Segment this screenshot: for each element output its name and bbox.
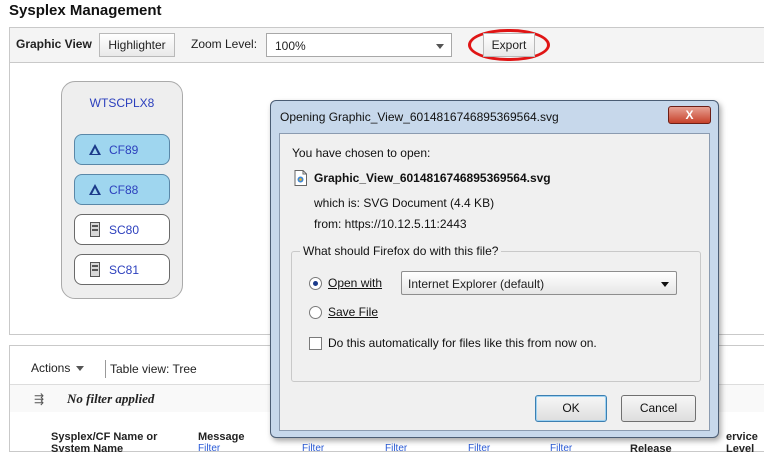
page-title: Sysplex Management: [9, 2, 162, 19]
svg-file-icon: [294, 170, 307, 186]
file-source-info: from: https://10.12.5.11:2443: [314, 217, 467, 231]
graphic-view-label: Graphic View: [16, 37, 92, 51]
column-header-release[interactable]: Release: [630, 443, 672, 452]
node-name: CF88: [109, 183, 139, 197]
close-button[interactable]: X: [668, 106, 711, 124]
dialog-title: Opening Graphic_View_6014816746895369564…: [280, 110, 559, 124]
graphic-toolbar: Graphic View Highlighter Zoom Level: 100…: [9, 27, 764, 63]
open-with-app-value: Internet Explorer (default): [408, 277, 545, 291]
sysplex-container[interactable]: WTSCPLX8 CF89 CF88 SC80 SC81: [61, 81, 183, 299]
save-file-label[interactable]: Save File: [328, 305, 378, 319]
export-button[interactable]: Export: [483, 33, 535, 57]
action-question: What should Firefox do with this file?: [300, 244, 502, 258]
server-icon: [90, 222, 100, 237]
open-with-app-select[interactable]: Internet Explorer (default): [401, 271, 677, 295]
system-node[interactable]: SC80: [74, 214, 170, 245]
actions-label: Actions: [31, 361, 71, 375]
chevron-down-icon: [76, 366, 85, 372]
column-filter-link[interactable]: Filter: [198, 443, 220, 452]
column-header-name[interactable]: Sysplex/CF Name or System Name: [51, 431, 171, 452]
column-filter-link[interactable]: Filter: [302, 443, 324, 452]
file-type-info: which is: SVG Document (4.4 KB): [314, 196, 495, 210]
save-file-radio[interactable]: [309, 306, 322, 319]
sysplex-name[interactable]: WTSCPLX8: [62, 96, 182, 110]
open-with-radio[interactable]: [309, 277, 322, 290]
ok-button[interactable]: OK: [535, 395, 607, 422]
zoom-level-select[interactable]: 100%: [266, 33, 452, 57]
file-name: Graphic_View_6014816746895369564.svg: [314, 171, 551, 185]
highlighter-button[interactable]: Highlighter: [99, 33, 175, 57]
actions-menu[interactable]: Actions: [31, 361, 85, 375]
dialog-intro: You have chosen to open:: [292, 146, 431, 160]
cf-node[interactable]: CF88: [74, 174, 170, 205]
node-name: CF89: [109, 143, 139, 157]
filter-icon[interactable]: ⇶: [34, 392, 44, 406]
node-name: SC80: [109, 223, 140, 237]
server-icon: [90, 262, 100, 277]
column-filter-link[interactable]: Filter: [385, 443, 407, 452]
column-filter-link[interactable]: Filter: [468, 443, 490, 452]
column-header-service-level[interactable]: ervice Level: [726, 431, 764, 452]
chevron-down-icon: [661, 282, 669, 287]
zoom-level-value: 100%: [275, 39, 306, 53]
open-file-dialog: Opening Graphic_View_6014816746895369564…: [270, 100, 719, 438]
toolbar-divider: [105, 360, 106, 378]
filter-status: No filter applied: [67, 391, 155, 406]
auto-action-checkbox[interactable]: [309, 337, 322, 350]
dialog-body: You have chosen to open: Graphic_View_60…: [279, 133, 710, 431]
system-node[interactable]: SC81: [74, 254, 170, 285]
cancel-button[interactable]: Cancel: [621, 395, 696, 422]
chevron-down-icon: [436, 44, 444, 49]
coupling-facility-icon: [89, 144, 101, 155]
table-view-label[interactable]: Table view: Tree: [110, 362, 197, 376]
node-name: SC81: [109, 263, 140, 277]
column-header-message[interactable]: Message: [198, 431, 244, 443]
coupling-facility-icon: [89, 184, 101, 195]
zoom-level-label: Zoom Level:: [191, 37, 258, 51]
open-with-label[interactable]: Open with: [328, 276, 382, 290]
column-filter-link[interactable]: Filter: [550, 443, 572, 452]
cf-node[interactable]: CF89: [74, 134, 170, 165]
auto-action-label[interactable]: Do this automatically for files like thi…: [328, 336, 597, 350]
